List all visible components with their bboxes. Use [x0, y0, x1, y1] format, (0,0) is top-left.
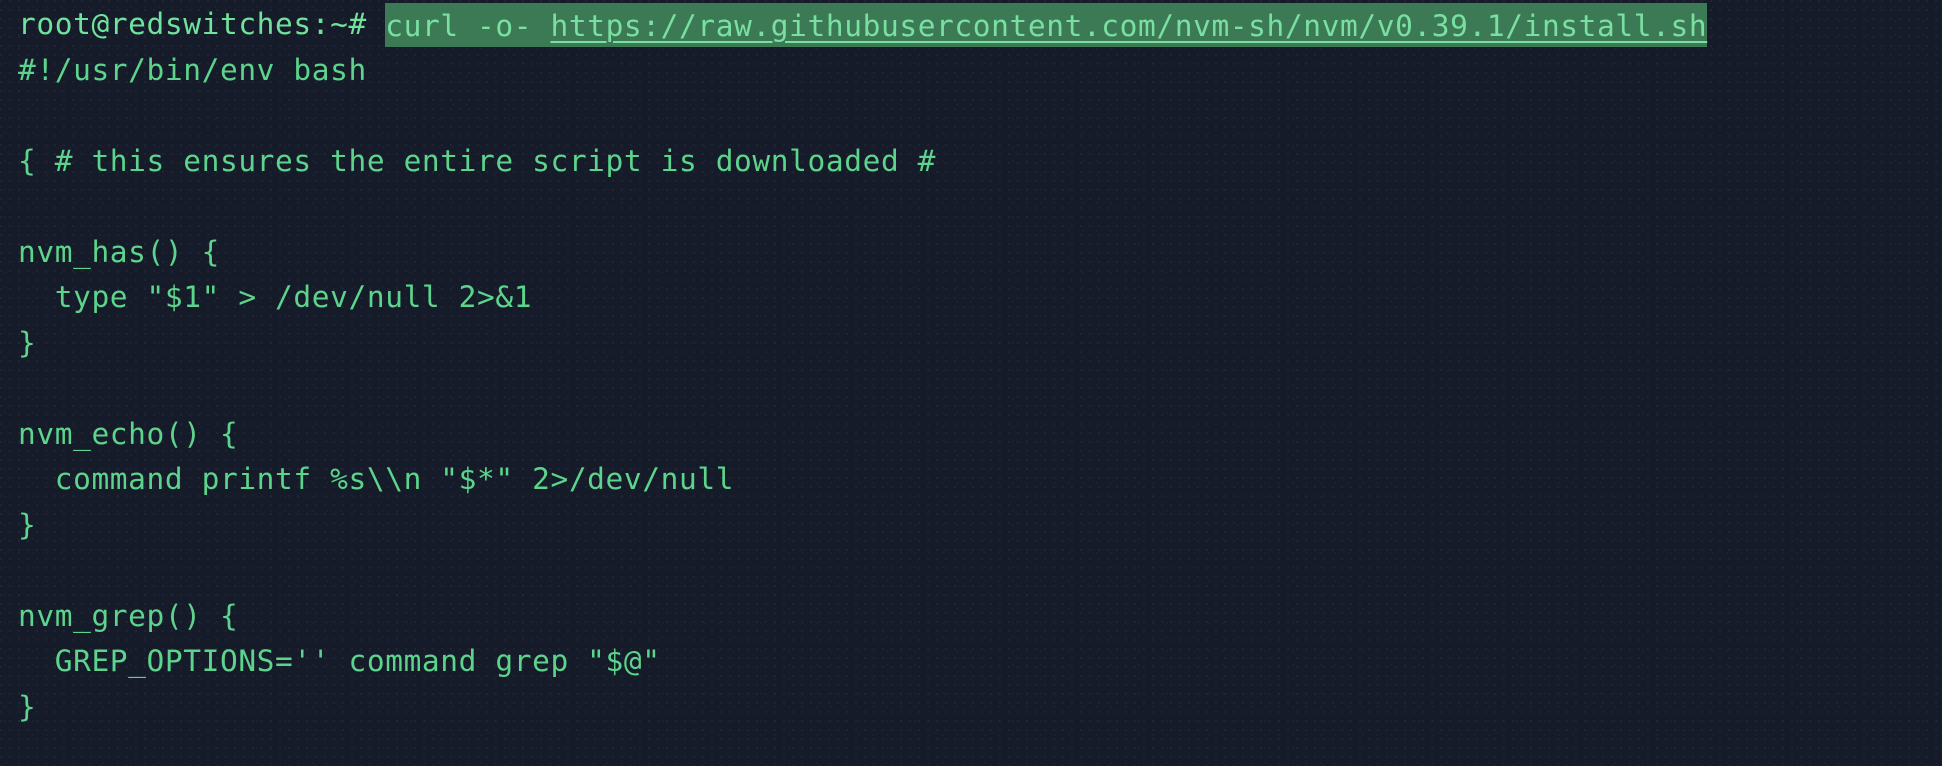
terminal-screen[interactable]: root@redswitches:~# curl -o- https://raw…: [0, 0, 1942, 766]
output-line: nvm_echo() {: [18, 416, 239, 451]
terminal-window[interactable]: root@redswitches:~# curl -o- https://raw…: [0, 0, 1942, 766]
selected-command-text[interactable]: curl -o- https://raw.githubusercontent.c…: [385, 2, 1708, 47]
output-line: #!/usr/bin/env bash: [18, 52, 367, 87]
terminal-prompt-line: root@redswitches:~# curl -o- https://raw…: [18, 2, 1942, 48]
output-line: GREP_OPTIONS='' command grep "$@": [18, 644, 661, 678]
output-line: }: [18, 689, 37, 724]
output-line: nvm_has() {: [18, 234, 220, 269]
output-line: { # this ensures the entire script is do…: [18, 143, 937, 178]
output-line: type "$1" > /dev/null 2>&1: [18, 280, 533, 314]
output-line: }: [18, 325, 37, 360]
shell-prompt: root@redswitches:~#: [18, 7, 367, 41]
command-url-link[interactable]: https://raw.githubusercontent.com/nvm-sh…: [550, 9, 1707, 43]
output-line: command printf %s\\n "$*" 2>/dev/null: [18, 462, 735, 496]
output-line: nvm_grep() {: [18, 598, 239, 633]
output-line: }: [18, 507, 37, 542]
command-prefix: curl -o-: [385, 8, 551, 43]
